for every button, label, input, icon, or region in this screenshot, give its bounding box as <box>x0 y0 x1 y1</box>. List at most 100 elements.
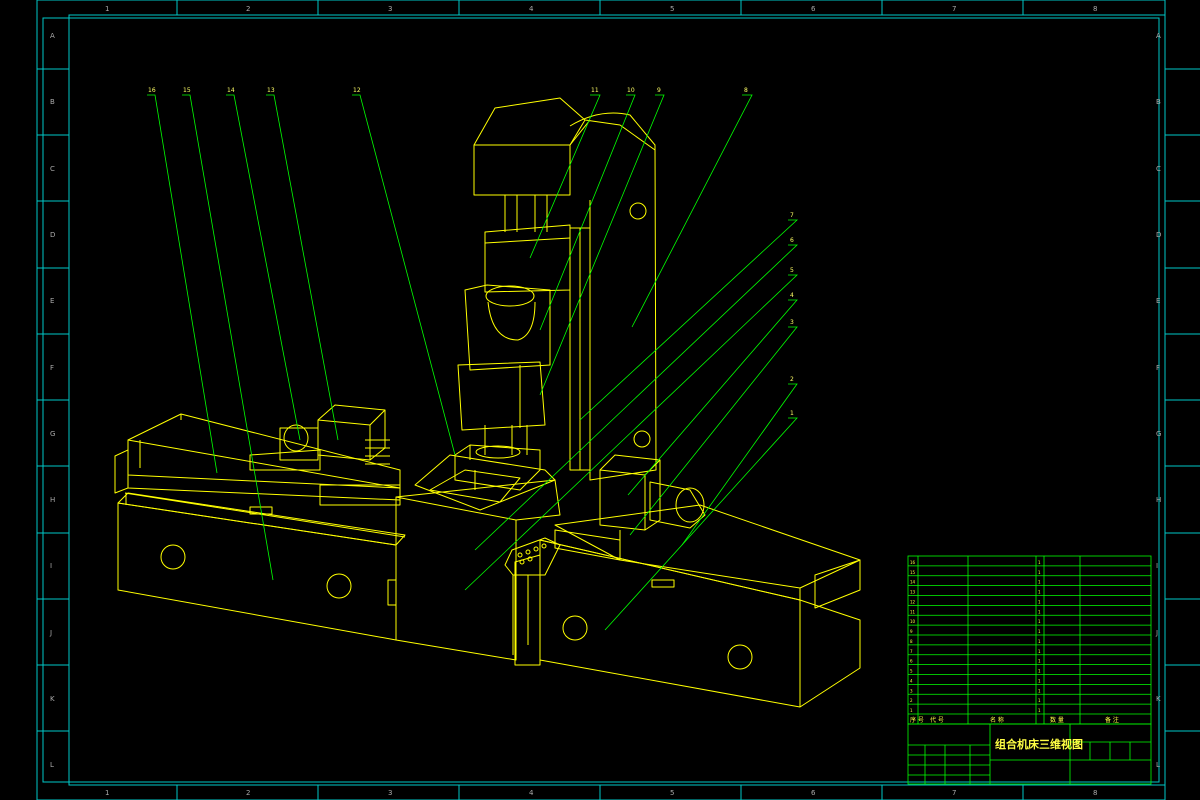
bom-row-quantity: 1 <box>1038 590 1041 595</box>
bom-row-quantity: 1 <box>1038 629 1041 634</box>
callout-3: 3 <box>790 319 794 326</box>
callout-15: 15 <box>183 87 191 94</box>
control-pendant <box>504 537 561 660</box>
leader-12 <box>352 94 456 456</box>
bom-row-number: 6 <box>910 659 913 664</box>
leader-5 <box>464 274 799 591</box>
zone-col-1-top: 1 <box>105 5 109 13</box>
leader-1 <box>604 417 798 631</box>
bom-row-number: 2 <box>910 698 913 703</box>
zone-row-B-left: B <box>50 98 55 106</box>
bom-row-quantity: 1 <box>1038 708 1041 713</box>
bom-row-quantity: 1 <box>1038 678 1041 683</box>
callout-11: 11 <box>591 87 599 94</box>
bom-row-number: 4 <box>910 678 913 683</box>
zone-row-H-left: H <box>50 496 55 504</box>
leader-4 <box>627 299 798 496</box>
bom-row-number: 7 <box>910 649 913 654</box>
bom-row-number: 10 <box>910 619 916 624</box>
zone-col-8-top: 8 <box>1093 5 1097 13</box>
leader-7 <box>579 219 799 421</box>
zone-row-J-left: J <box>49 629 52 637</box>
zone-row-L-left: L <box>50 761 54 769</box>
leader-2 <box>681 383 798 546</box>
zone-row-I-right: I <box>1156 562 1158 570</box>
bill-of-materials: 16 115 114 113 112 111 110 19 18 17 16 15 14 13 12 11 1序… <box>907 555 1152 725</box>
zone-col-6-top: 6 <box>811 5 816 13</box>
zone-row-C-left: C <box>50 165 55 173</box>
bom-row-number: 14 <box>910 580 916 585</box>
zone-row-A-left: A <box>50 32 55 40</box>
leader-9 <box>539 94 665 396</box>
zone-col-3-top: 3 <box>388 5 392 13</box>
zone-row-G-right: G <box>1156 430 1161 438</box>
zone-row-K-left: K <box>50 695 55 703</box>
leader-10 <box>539 94 636 331</box>
drawing-title: 组合机床三维视图 <box>995 737 1083 751</box>
vertical-power-head <box>457 224 571 431</box>
zone-row-G-left: G <box>50 430 55 438</box>
column-labels-bottom: 1 2 3 4 5 6 7 8 <box>105 789 1097 797</box>
callout-4: 4 <box>790 292 794 299</box>
bom-row-quantity: 1 <box>1038 599 1041 604</box>
bom-header-cell: 序 号 <box>910 716 924 724</box>
bom-row-number: 11 <box>910 609 916 614</box>
zone-row-H-right: H <box>1156 496 1161 504</box>
zone-row-J-right: J <box>1155 629 1158 637</box>
zone-row-K-right: K <box>1156 695 1161 703</box>
bom-row-number: 1 <box>910 708 913 713</box>
bom-row-quantity: 1 <box>1038 688 1041 693</box>
zone-col-4-bottom: 4 <box>529 789 534 797</box>
bom-row-quantity: 1 <box>1038 698 1041 703</box>
bom-row-number: 16 <box>910 560 916 565</box>
zone-row-D-right: D <box>1156 231 1161 239</box>
bom-row-quantity: 1 <box>1038 619 1041 624</box>
left-slide-table <box>114 413 406 538</box>
right-bed-base <box>514 539 861 708</box>
vertical-column <box>569 112 657 481</box>
callout-labels: 16 15 14 13 12 11 10 9 8 7 6 5 4 3 2 1 <box>148 87 794 417</box>
bom-row-quantity: 1 <box>1038 659 1041 664</box>
zone-row-C-right: C <box>1156 165 1161 173</box>
row-labels-right: A B C D E F G H I J K L <box>1155 32 1161 769</box>
callout-12: 12 <box>353 87 361 94</box>
bom-row-number: 15 <box>910 570 916 575</box>
zone-row-E-right: E <box>1156 297 1160 305</box>
callout-1: 1 <box>790 410 794 417</box>
zone-row-F-left: F <box>50 364 54 372</box>
leader-13 <box>266 94 339 441</box>
zone-row-E-left: E <box>50 297 54 305</box>
bom-row-quantity: 1 <box>1038 580 1041 585</box>
callout-9: 9 <box>657 87 661 94</box>
bom-row-number: 5 <box>910 669 913 674</box>
zone-col-6-bottom: 6 <box>811 789 816 797</box>
callout-16: 16 <box>148 87 156 94</box>
bom-row-quantity: 1 <box>1038 639 1041 644</box>
bom-row-quantity: 1 <box>1038 669 1041 674</box>
leader-16 <box>147 94 218 474</box>
callout-10: 10 <box>627 87 635 94</box>
bom-row-number: 13 <box>910 590 916 595</box>
bom-header-cell: 备 注 <box>1105 716 1119 724</box>
callout-8: 8 <box>744 87 748 94</box>
engineering-drawing-sheet: 1 2 3 4 5 6 7 8 1 2 3 4 5 6 7 8 A B C D … <box>36 0 1200 800</box>
bom-row-number: 8 <box>910 639 913 644</box>
drawing-frame <box>36 0 1200 800</box>
zone-col-1-bottom: 1 <box>105 789 109 797</box>
leader-14 <box>226 94 301 441</box>
zone-col-5-bottom: 5 <box>670 789 674 797</box>
bom-header-cell: 代 号 <box>930 716 944 724</box>
machine-3d-view <box>114 97 861 708</box>
zone-row-I-left: I <box>50 562 52 570</box>
top-motor-head <box>473 97 591 232</box>
bom-row-number: 3 <box>910 688 913 693</box>
zone-col-2-top: 2 <box>246 5 250 13</box>
zone-row-A-right: A <box>1156 32 1161 40</box>
title-block <box>907 723 1152 785</box>
column-labels-top: 1 2 3 4 5 6 7 8 <box>105 5 1097 13</box>
zone-col-7-bottom: 7 <box>952 789 956 797</box>
bom-row-number: 9 <box>910 629 913 634</box>
zone-row-F-right: F <box>1156 364 1160 372</box>
callout-5: 5 <box>790 267 794 274</box>
leader-lines <box>147 94 799 631</box>
